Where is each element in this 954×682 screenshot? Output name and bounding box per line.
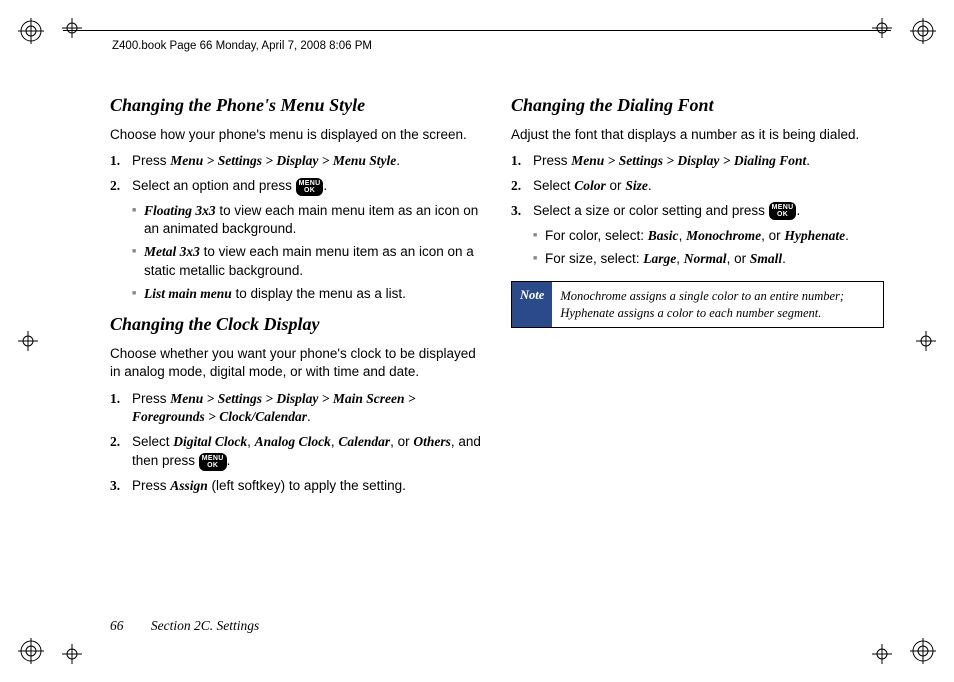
heading-menu-style: Changing the Phone's Menu Style <box>110 95 483 116</box>
or-text: , or <box>390 434 413 449</box>
step-text: Select <box>132 434 173 449</box>
option-label: Calendar <box>338 434 390 449</box>
crop-mark-icon <box>916 331 936 351</box>
menu-path: Menu > Settings > Display > Main Screen … <box>132 391 416 425</box>
note-body: Monochrome assigns a single color to an … <box>552 282 883 327</box>
option-label: Normal <box>684 251 727 266</box>
registration-mark-icon <box>910 18 936 44</box>
registration-mark-icon <box>18 18 44 44</box>
option-label: Hyphenate <box>784 228 845 243</box>
step-number: 3. <box>110 477 120 496</box>
period: . <box>307 409 311 424</box>
sub-option-size: For size, select: Large, Normal, or Smal… <box>511 250 884 268</box>
note-box: Note Monochrome assigns a single color t… <box>511 281 884 328</box>
step-number: 1. <box>511 152 521 171</box>
step-number: 2. <box>110 433 120 452</box>
step-3: 3. Press Assign (left softkey) to apply … <box>110 477 483 496</box>
option-label: Size <box>625 178 648 193</box>
comma: , <box>679 228 687 243</box>
step-text: Select <box>533 178 574 193</box>
option-text: to display the menu as a list. <box>232 286 406 301</box>
step-text: (left softkey) to apply the setting. <box>208 478 406 493</box>
step-1: 1. Press Menu > Settings > Display > Mai… <box>110 390 483 428</box>
option-text: For color, select: <box>545 228 648 243</box>
option-label: Large <box>643 251 676 266</box>
or-text: , or <box>727 251 750 266</box>
header-rule <box>63 30 891 31</box>
intro-text: Choose how your phone's menu is displaye… <box>110 126 483 144</box>
or-text: , or <box>761 228 784 243</box>
sub-option-color: For color, select: Basic, Monochrome, or… <box>511 227 884 245</box>
step-3: 3. Select a size or color setting and pr… <box>511 202 884 221</box>
period: . <box>782 251 786 266</box>
option-label: Floating 3x3 <box>144 203 216 218</box>
comma: , <box>247 434 255 449</box>
option-label: List main menu <box>144 286 232 301</box>
option-label: Small <box>750 251 782 266</box>
page-number: 66 <box>110 618 124 633</box>
step-text: Press <box>132 391 170 406</box>
step-text: Press <box>533 153 571 168</box>
step-text: Press <box>132 478 170 493</box>
note-label: Note <box>512 282 552 327</box>
step-2: 2. Select Color or Size. <box>511 177 884 196</box>
sub-option-floating: Floating 3x3 to view each main menu item… <box>110 202 483 238</box>
step-number: 2. <box>511 177 521 196</box>
sub-option-metal: Metal 3x3 to view each main menu item as… <box>110 243 483 279</box>
softkey-label: Assign <box>170 478 208 493</box>
step-number: 1. <box>110 390 120 409</box>
intro-text: Adjust the font that displays a number a… <box>511 126 884 144</box>
heading-dialing-font: Changing the Dialing Font <box>511 95 884 116</box>
page-footer: 66 Section 2C. Settings <box>110 618 259 634</box>
period: . <box>796 203 800 218</box>
option-label: Monochrome <box>686 228 761 243</box>
period: . <box>806 153 810 168</box>
sub-option-list: List main menu to display the menu as a … <box>110 285 483 303</box>
option-text: For size, select: <box>545 251 643 266</box>
option-label: Metal 3x3 <box>144 244 200 259</box>
registration-mark-icon <box>18 638 44 664</box>
page-content: Changing the Phone's Menu Style Choose h… <box>110 95 884 612</box>
section-label: Section 2C. Settings <box>151 618 259 633</box>
period: . <box>845 228 849 243</box>
right-column: Changing the Dialing Font Adjust the fon… <box>511 95 884 612</box>
crop-mark-icon <box>62 18 82 38</box>
menu-ok-key-icon: MENUOK <box>296 178 324 196</box>
step-number: 2. <box>110 177 120 196</box>
step-2: 2. Select an option and press MENUOK. <box>110 177 483 196</box>
period: . <box>396 153 400 168</box>
option-label: Analog Clock <box>255 434 331 449</box>
crop-mark-icon <box>872 18 892 38</box>
period: . <box>648 178 652 193</box>
step-number: 3. <box>511 202 521 221</box>
option-label: Color <box>574 178 606 193</box>
menu-path: Menu > Settings > Display > Dialing Font <box>571 153 806 168</box>
comma: , <box>676 251 684 266</box>
crop-mark-icon <box>62 644 82 664</box>
step-1: 1. Press Menu > Settings > Display > Dia… <box>511 152 884 171</box>
or-text: or <box>606 178 626 193</box>
step-text: Select a size or color setting and press <box>533 203 769 218</box>
step-2: 2. Select Digital Clock, Analog Clock, C… <box>110 433 483 471</box>
crop-mark-icon <box>872 644 892 664</box>
step-text: Press <box>132 153 170 168</box>
crop-mark-icon <box>18 331 38 351</box>
intro-text: Choose whether you want your phone's clo… <box>110 345 483 381</box>
menu-ok-key-icon: MENUOK <box>199 453 227 471</box>
option-label: Others <box>413 434 451 449</box>
period: . <box>227 453 231 468</box>
heading-clock-display: Changing the Clock Display <box>110 314 483 335</box>
menu-ok-key-icon: MENUOK <box>769 202 797 220</box>
step-text: Select an option and press <box>132 178 296 193</box>
step-number: 1. <box>110 152 120 171</box>
period: . <box>323 178 327 193</box>
header-filename: Z400.book Page 66 Monday, April 7, 2008 … <box>112 40 372 52</box>
registration-mark-icon <box>910 638 936 664</box>
left-column: Changing the Phone's Menu Style Choose h… <box>110 95 483 612</box>
option-label: Digital Clock <box>173 434 247 449</box>
menu-path: Menu > Settings > Display > Menu Style <box>170 153 396 168</box>
step-1: 1. Press Menu > Settings > Display > Men… <box>110 152 483 171</box>
option-label: Basic <box>648 228 679 243</box>
